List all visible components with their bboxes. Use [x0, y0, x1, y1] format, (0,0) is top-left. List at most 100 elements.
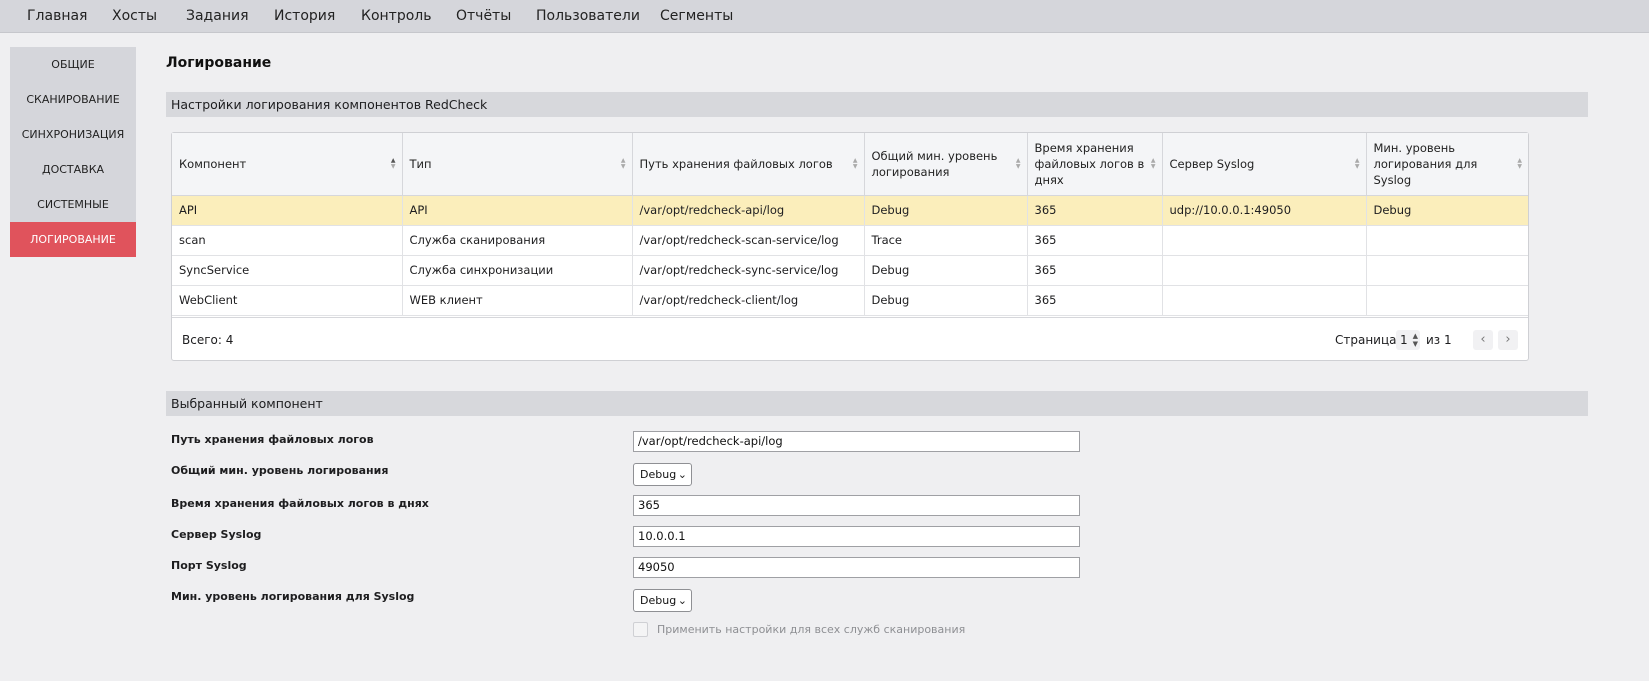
- table-row[interactable]: scan Служба сканирования /var/opt/redche…: [172, 225, 1528, 256]
- table-row[interactable]: API API /var/opt/redcheck-api/log Debug …: [172, 195, 1528, 226]
- syslog-level-value: Debug: [640, 594, 677, 607]
- components-section-header: Настройки логирования компонентов RedChe…: [166, 92, 1588, 117]
- cell-syslog-server: udp://10.0.0.1:49050: [1162, 195, 1367, 226]
- components-table-card: Компонент ▲ ▼ Тип ▲ ▼ Путь хранения файловых…: [171, 132, 1529, 361]
- sidebar-item-scanning[interactable]: СКАНИРОВАНИЕ: [10, 82, 136, 117]
- column-header-log-level[interactable]: Общий мин. уровень логирования ▲ ▼: [864, 133, 1028, 196]
- chevron-left-icon: ‹: [1480, 332, 1486, 347]
- settings-sidebar: ОБЩИЕ СКАНИРОВАНИЕ СИНХРОНИЗАЦИЯ ДОСТАВК…: [10, 47, 136, 257]
- cell-type: API: [402, 195, 633, 226]
- nav-item-hosts[interactable]: Хосты: [112, 0, 157, 33]
- retention-label: Время хранения файловых логов в днях: [171, 497, 429, 510]
- cell-type: WEB клиент: [402, 285, 633, 316]
- syslog-level-select[interactable]: Debug ⌄: [633, 589, 692, 612]
- total-count: Всего: 4: [182, 333, 234, 347]
- cell-log-level: Debug: [864, 285, 1028, 316]
- syslog-port-label: Порт Syslog: [171, 559, 247, 572]
- column-header-label: Мин. уровень логирования для Syslog: [1373, 140, 1478, 187]
- cell-syslog-level: [1366, 255, 1528, 286]
- top-nav: Главная Хосты Задания История Контроль О…: [0, 0, 1649, 33]
- nav-item-home[interactable]: Главная: [27, 0, 87, 33]
- nav-item-control[interactable]: Контроль: [361, 0, 431, 33]
- column-header-syslog-level[interactable]: Мин. уровень логирования для Syslog ▲ ▼: [1366, 133, 1528, 196]
- column-header-label: Сервер Syslog: [1169, 156, 1255, 171]
- sidebar-item-sync[interactable]: СИНХРОНИЗАЦИЯ: [10, 117, 136, 152]
- sidebar-item-delivery[interactable]: ДОСТАВКА: [10, 152, 136, 187]
- cell-retention: 365: [1027, 285, 1163, 316]
- cell-retention: 365: [1027, 195, 1163, 226]
- cell-syslog-level: [1366, 285, 1528, 316]
- cell-log-path: /var/opt/redcheck-api/log: [632, 195, 865, 226]
- page-number-value: 1: [1400, 333, 1408, 347]
- sort-arrows-icon: ▲ ▼: [390, 156, 396, 170]
- column-header-type[interactable]: Тип ▲ ▼: [402, 133, 633, 196]
- pager-of-total: из 1: [1426, 333, 1452, 347]
- table-row[interactable]: SyncService Служба синхронизации /var/op…: [172, 255, 1528, 286]
- cell-log-path: /var/opt/redcheck-client/log: [632, 285, 865, 316]
- cell-syslog-level: [1366, 225, 1528, 256]
- column-header-label: Время хранения файловых логов в днях: [1034, 140, 1145, 187]
- nav-item-tasks[interactable]: Задания: [186, 0, 249, 33]
- syslog-server-label: Сервер Syslog: [171, 528, 262, 541]
- prev-page-button[interactable]: ‹: [1473, 330, 1493, 350]
- nav-item-segments[interactable]: Сегменты: [660, 0, 733, 33]
- table-header-row: Компонент ▲ ▼ Тип ▲ ▼ Путь хранения файловых…: [172, 133, 1528, 196]
- column-header-label: Общий мин. уровень логирования: [871, 148, 998, 179]
- sort-arrows-icon: ▲ ▼: [1517, 156, 1522, 170]
- column-header-retention[interactable]: Время хранения файловых логов в днях ▲ ▼: [1027, 133, 1163, 196]
- sort-arrows-icon: ▲ ▼: [1150, 156, 1156, 170]
- cell-syslog-server: [1162, 285, 1367, 316]
- sidebar-item-system[interactable]: СИСТЕМНЫЕ: [10, 187, 136, 222]
- next-page-button[interactable]: ›: [1498, 330, 1518, 350]
- pager-label: Страница: [1335, 333, 1397, 347]
- sidebar-item-general[interactable]: ОБЩИЕ: [10, 47, 136, 82]
- nav-item-users[interactable]: Пользователи: [536, 0, 640, 33]
- chevron-down-icon: ⌄: [677, 468, 687, 481]
- cell-log-level: Debug: [864, 195, 1028, 226]
- log-level-select[interactable]: Debug ⌄: [633, 463, 692, 486]
- cell-log-level: Trace: [864, 225, 1028, 256]
- sidebar-item-logging[interactable]: ЛОГИРОВАНИЕ: [10, 222, 136, 257]
- cell-component: SyncService: [172, 255, 403, 286]
- column-header-component[interactable]: Компонент ▲ ▼: [172, 133, 403, 196]
- nav-item-history[interactable]: История: [274, 0, 335, 33]
- apply-all-label: Применить настройки для всех служб скани…: [657, 623, 966, 636]
- cell-retention: 365: [1027, 255, 1163, 286]
- sort-arrows-icon: ▲ ▼: [1015, 156, 1021, 170]
- cell-component: scan: [172, 225, 403, 256]
- apply-all-checkbox[interactable]: [633, 622, 648, 637]
- cell-component: API: [172, 195, 403, 226]
- cell-retention: 365: [1027, 225, 1163, 256]
- nav-item-reports[interactable]: Отчёты: [456, 0, 511, 33]
- log-level-label: Общий мин. уровень логирования: [171, 464, 389, 477]
- cell-log-path: /var/opt/redcheck-scan-service/log: [632, 225, 865, 256]
- syslog-port-input[interactable]: 49050: [633, 557, 1080, 578]
- cell-log-level: Debug: [864, 255, 1028, 286]
- cell-type: Служба синхронизации: [402, 255, 633, 286]
- chevron-down-icon: ⌄: [677, 594, 687, 607]
- sort-arrows-icon: ▲ ▼: [1354, 156, 1360, 170]
- log-path-input[interactable]: /var/opt/redcheck-api/log: [633, 431, 1080, 452]
- components-table: Компонент ▲ ▼ Тип ▲ ▼ Путь хранения файловых…: [172, 133, 1528, 316]
- cell-component: WebClient: [172, 285, 403, 316]
- cell-syslog-server: [1162, 225, 1367, 256]
- column-header-log-path[interactable]: Путь хранения файловых логов ▲ ▼: [632, 133, 865, 196]
- spinner-arrows-icon: ▲ ▼: [1412, 332, 1418, 348]
- sort-arrows-icon: ▲ ▼: [852, 156, 858, 170]
- cell-type: Служба сканирования: [402, 225, 633, 256]
- table-footer: Всего: 4 Страница 1 ▲ ▼ из 1 ‹ ›: [172, 317, 1528, 361]
- chevron-right-icon: ›: [1505, 332, 1511, 347]
- syslog-server-input[interactable]: 10.0.0.1: [633, 526, 1080, 547]
- table-row[interactable]: WebClient WEB клиент /var/opt/redcheck-c…: [172, 285, 1528, 316]
- selected-component-section-header: Выбранный компонент: [166, 391, 1588, 416]
- page-number-select[interactable]: 1 ▲ ▼: [1396, 330, 1420, 350]
- log-path-label: Путь хранения файловых логов: [171, 433, 374, 446]
- retention-input[interactable]: 365: [633, 495, 1080, 516]
- column-header-label: Тип: [409, 156, 432, 171]
- column-header-syslog-server[interactable]: Сервер Syslog ▲ ▼: [1162, 133, 1367, 196]
- column-header-label: Путь хранения файловых логов: [639, 156, 833, 171]
- cell-syslog-level: Debug: [1366, 195, 1528, 226]
- column-header-label: Компонент: [179, 156, 247, 171]
- page-title: Логирование: [166, 55, 272, 71]
- cell-syslog-server: [1162, 255, 1367, 286]
